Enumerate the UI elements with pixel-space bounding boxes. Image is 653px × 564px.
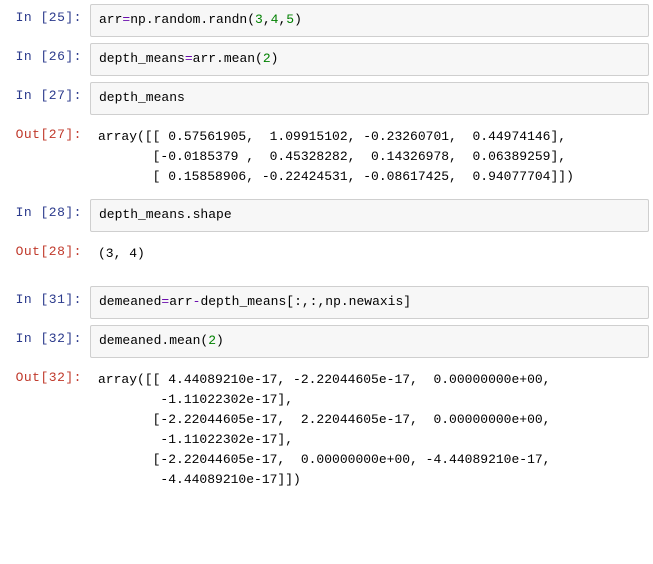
output-cell: Out[32]:array([[ 4.44089210e-17, -2.2204… <box>0 364 649 497</box>
code-input[interactable]: arr=np.random.randn(3,4,5) <box>90 4 649 37</box>
input-cell: In [26]:depth_means=arr.mean(2) <box>0 43 649 76</box>
code-input[interactable]: demeaned=arr-depth_means[:,:,np.newaxis] <box>90 286 649 319</box>
code-input[interactable]: depth_means <box>90 82 649 115</box>
input-cell: In [32]:demeaned.mean(2) <box>0 325 649 358</box>
input-cell: In [31]:demeaned=arr-depth_means[:,:,np.… <box>0 286 649 319</box>
output-text: array([[ 4.44089210e-17, -2.22044605e-17… <box>90 364 649 497</box>
in-prompt: In [26]: <box>0 43 90 64</box>
output-text: (3, 4) <box>90 238 649 270</box>
out-prompt: Out[28]: <box>0 238 90 259</box>
in-prompt: In [32]: <box>0 325 90 346</box>
in-prompt: In [28]: <box>0 199 90 220</box>
input-cell: In [25]:arr=np.random.randn(3,4,5) <box>0 4 649 37</box>
input-cell: In [28]:depth_means.shape <box>0 199 649 232</box>
output-cell: Out[28]:(3, 4) <box>0 238 649 270</box>
out-prompt: Out[32]: <box>0 364 90 385</box>
in-prompt: In [31]: <box>0 286 90 307</box>
input-cell: In [27]:depth_means <box>0 82 649 115</box>
in-prompt: In [25]: <box>0 4 90 25</box>
code-input[interactable]: depth_means.shape <box>90 199 649 232</box>
code-input[interactable]: demeaned.mean(2) <box>90 325 649 358</box>
code-input[interactable]: depth_means=arr.mean(2) <box>90 43 649 76</box>
output-cell: Out[27]:array([[ 0.57561905, 1.09915102,… <box>0 121 649 193</box>
notebook-container: In [25]:arr=np.random.randn(3,4,5)In [26… <box>0 4 649 496</box>
in-prompt: In [27]: <box>0 82 90 103</box>
output-text: array([[ 0.57561905, 1.09915102, -0.2326… <box>90 121 649 193</box>
spacer <box>0 276 649 286</box>
out-prompt: Out[27]: <box>0 121 90 142</box>
